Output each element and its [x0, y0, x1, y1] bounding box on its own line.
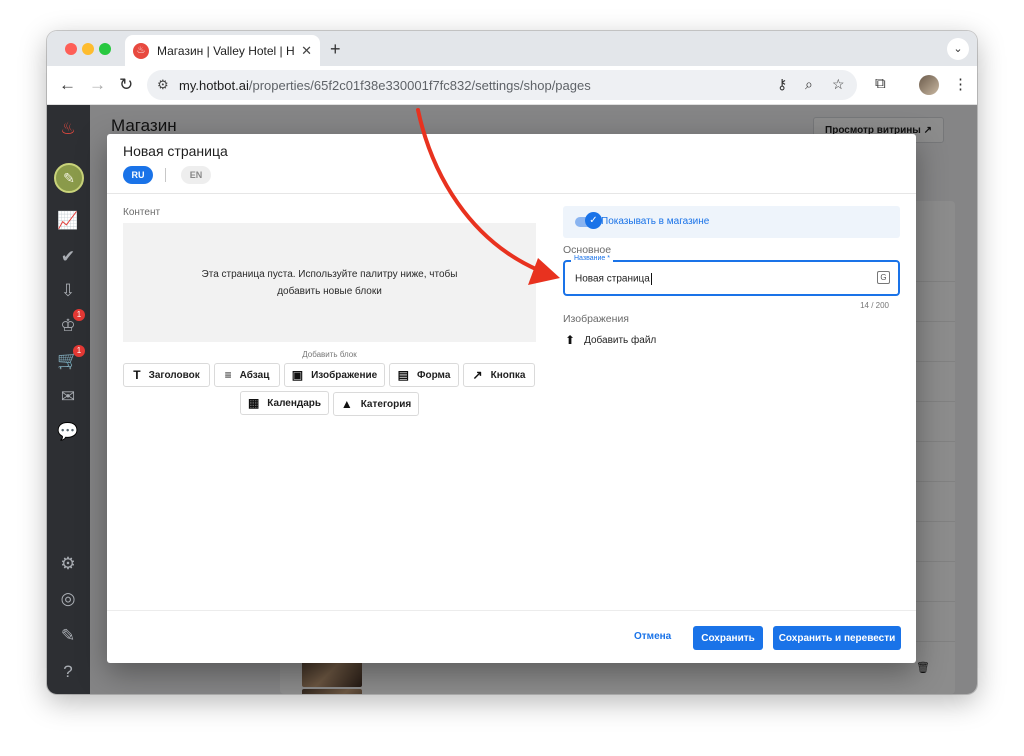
add-calendar-block-button[interactable]: ▦ Календарь: [240, 391, 329, 415]
block-label: Изображение: [311, 369, 378, 381]
tab-strip: ♨ Магазин | Valley Hotel | Hotbot ✕ + ⌄: [47, 31, 977, 66]
add-category-block-button[interactable]: ▲ Категория: [333, 392, 419, 416]
calendar-icon: ▦: [247, 396, 260, 410]
hotbot-favicon-icon: ♨: [133, 42, 149, 59]
char-counter: 14 / 200: [860, 301, 889, 310]
block-label: Форма: [416, 369, 451, 381]
form-icon: ▤: [397, 368, 409, 382]
app-area: ♨ ✎ 📈 ✔ ⇩ ♔ 1 🛒 1 ✉ 💬 ⚙ ◎ ✎ ? Магазин Пр…: [47, 105, 977, 694]
extensions-icon[interactable]: ⧉: [875, 75, 886, 92]
content-canvas: Эта страница пуста. Используйте палитру …: [123, 223, 536, 342]
sidebar: ♨ ✎ 📈 ✔ ⇩ ♔ 1 🛒 1 ✉ 💬 ⚙ ◎ ✎ ?: [47, 105, 90, 694]
tab-title: Магазин | Valley Hotel | Hotbot: [157, 43, 295, 58]
mail-icon[interactable]: ✉: [56, 385, 80, 409]
language-tab-en[interactable]: EN: [181, 166, 211, 184]
page-name-text: Новая страница: [575, 273, 650, 285]
close-tab-icon[interactable]: ✕: [301, 43, 312, 59]
language-divider: [165, 168, 166, 182]
minimize-window-button[interactable]: [82, 43, 94, 55]
add-image-block-button[interactable]: ▣ Изображение: [284, 363, 385, 387]
add-button-block-button[interactable]: ↗ Кнопка: [463, 363, 535, 387]
external-link-icon: ↗: [472, 368, 483, 382]
page-name-label: Название *: [571, 255, 613, 262]
dialog-title: Новая страница: [123, 143, 228, 159]
dialog-header: Новая страница RU EN: [107, 134, 916, 194]
show-in-shop-toggle[interactable]: ✓ Показывать в магазине: [563, 206, 900, 238]
dialog-footer: Отмена Сохранить Сохранить и перевести: [107, 610, 916, 663]
add-file-button[interactable]: ⬆ Добавить файл: [565, 333, 656, 347]
close-window-button[interactable]: [65, 43, 77, 55]
analytics-icon[interactable]: 📈: [56, 209, 80, 233]
block-label: Абзац: [239, 369, 270, 381]
images-section-label: Изображения: [563, 313, 629, 325]
check-icon[interactable]: ✓: [585, 212, 602, 229]
help-icon[interactable]: ?: [56, 660, 80, 684]
browser-toolbar: ← → ↻ ⚙ my.hotbot.ai/properties/65f2c01f…: [47, 66, 977, 105]
cancel-button[interactable]: Отмена: [634, 631, 671, 642]
profile-avatar[interactable]: [919, 75, 939, 95]
bookmark-star-icon[interactable]: ☆: [832, 76, 845, 93]
url-host: my.hotbot.ai: [179, 78, 249, 93]
new-page-dialog: Новая страница RU EN Контент Эта страниц…: [107, 134, 916, 663]
image-icon: ▣: [291, 368, 304, 382]
notification-badge: 1: [73, 345, 85, 357]
notification-badge: 1: [73, 309, 85, 321]
save-and-translate-button[interactable]: Сохранить и перевести: [773, 626, 901, 650]
add-file-label: Добавить файл: [584, 334, 657, 346]
title-icon: T: [133, 368, 141, 382]
browser-window: ♨ Магазин | Valley Hotel | Hotbot ✕ + ⌄ …: [47, 31, 977, 694]
url-text[interactable]: my.hotbot.ai/properties/65f2c01f38e33000…: [179, 78, 591, 93]
add-block-label: Добавить блок: [302, 350, 357, 359]
block-label: Кнопка: [490, 369, 526, 381]
settings-icon[interactable]: ⚙: [56, 552, 80, 576]
page-name-field[interactable]: Название * Новая страница G: [563, 255, 900, 296]
maximize-window-button[interactable]: [99, 43, 111, 55]
edit-icon[interactable]: ✎: [56, 624, 80, 648]
check-circle-icon[interactable]: ✔: [56, 245, 80, 269]
translate-icon[interactable]: G: [877, 271, 890, 284]
tab-search-button[interactable]: ⌄: [947, 38, 969, 60]
reload-icon[interactable]: ↻: [119, 75, 133, 95]
show-in-shop-label: Показывать в магазине: [601, 216, 710, 227]
chat-icon[interactable]: 💬: [56, 420, 80, 444]
hotel-avatar[interactable]: ✎: [54, 163, 84, 193]
url-path: /properties/65f2c01f38e330001f7fc832/set…: [248, 78, 591, 93]
category-icon: ▲: [340, 397, 353, 411]
add-heading-block-button[interactable]: T Заголовок: [123, 363, 210, 387]
content-section-label: Контент: [123, 207, 161, 218]
zoom-icon[interactable]: ⌕: [805, 76, 813, 93]
forward-icon[interactable]: →: [89, 75, 106, 95]
new-tab-button[interactable]: +: [330, 39, 341, 60]
page-name-value[interactable]: Новая страница: [575, 273, 652, 285]
block-label: Заголовок: [148, 369, 200, 381]
upload-icon: ⬆: [565, 333, 576, 347]
save-button[interactable]: Сохранить: [693, 626, 763, 650]
flame-icon[interactable]: ♨: [56, 117, 80, 141]
text-caret: [650, 273, 652, 285]
profile-icon[interactable]: ◎: [56, 587, 80, 611]
add-paragraph-block-button[interactable]: ≡ Абзац: [214, 363, 280, 387]
inbox-icon[interactable]: ⇩: [56, 279, 80, 303]
password-key-icon[interactable]: ⚷: [777, 76, 787, 93]
empty-canvas-message: Эта страница пуста. Используйте палитру …: [201, 268, 458, 297]
browser-menu-icon[interactable]: ⋮: [953, 75, 968, 93]
site-info-icon[interactable]: ⚙: [157, 77, 169, 93]
block-label: Категория: [360, 398, 412, 410]
add-form-block-button[interactable]: ▤ Форма: [389, 363, 459, 387]
block-label: Календарь: [267, 397, 322, 409]
browser-tab[interactable]: ♨ Магазин | Valley Hotel | Hotbot ✕: [125, 35, 320, 66]
address-bar[interactable]: ⚙ my.hotbot.ai/properties/65f2c01f38e330…: [147, 70, 857, 100]
paragraph-icon: ≡: [224, 368, 232, 382]
back-icon[interactable]: ←: [59, 75, 76, 95]
language-tab-ru[interactable]: RU: [123, 166, 153, 184]
